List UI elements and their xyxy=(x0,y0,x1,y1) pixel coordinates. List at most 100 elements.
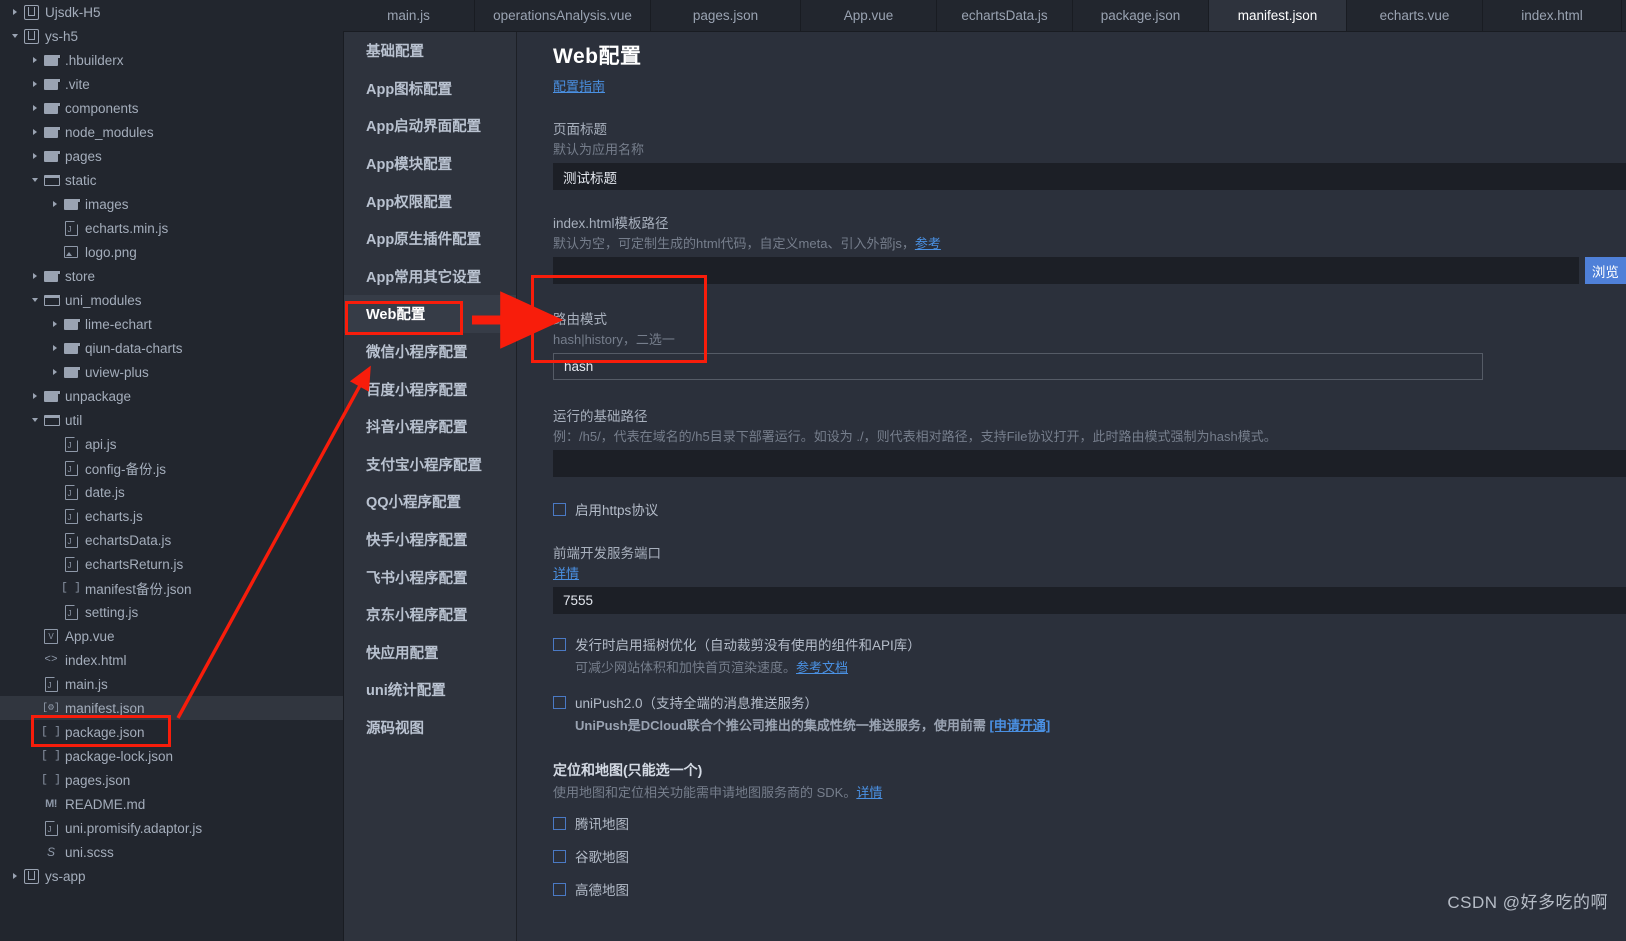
explorer-row[interactable]: <> index.html xyxy=(0,648,343,672)
twisty-toggle[interactable] xyxy=(28,298,42,302)
editor-tab[interactable]: echartsData.js xyxy=(937,0,1073,31)
twisty-toggle[interactable] xyxy=(28,57,42,63)
nav-item[interactable]: 百度小程序配置 xyxy=(344,370,516,408)
explorer-row[interactable]: V App.vue xyxy=(0,624,343,648)
https-checkbox[interactable] xyxy=(553,503,566,516)
editor-tab[interactable]: operationsAnalysis.vue xyxy=(475,0,651,31)
unipush-checkbox[interactable] xyxy=(553,696,566,709)
nav-item[interactable]: App启动界面配置 xyxy=(344,107,516,145)
nav-item[interactable]: 微信小程序配置 xyxy=(344,333,516,371)
base-path-input[interactable] xyxy=(553,450,1626,477)
editor-tab[interactable]: pages.json xyxy=(651,0,801,31)
twisty-toggle[interactable] xyxy=(48,345,62,351)
unipush-apply-link[interactable]: [申请开通] xyxy=(990,718,1051,733)
nav-item[interactable]: App权限配置 xyxy=(344,182,516,220)
explorer-row[interactable]: images xyxy=(0,192,343,216)
explorer-row[interactable]: node_modules xyxy=(0,120,343,144)
explorer-row[interactable]: store xyxy=(0,264,343,288)
nav-item[interactable]: QQ小程序配置 xyxy=(344,483,516,521)
nav-item[interactable]: 快应用配置 xyxy=(344,634,516,672)
explorer-row[interactable]: unpackage xyxy=(0,384,343,408)
twisty-toggle[interactable] xyxy=(28,273,42,279)
index-template-input[interactable] xyxy=(553,257,1579,284)
nav-item[interactable]: 基础配置 xyxy=(344,32,516,70)
explorer-row[interactable]: Suni.scss xyxy=(0,840,343,864)
nav-item[interactable]: 京东小程序配置 xyxy=(344,596,516,634)
dev-port-detail-link[interactable]: 详情 xyxy=(553,566,579,581)
editor-tab[interactable]: index.html xyxy=(1483,0,1622,31)
map-option-row[interactable]: 腾讯地图 xyxy=(553,815,1626,834)
nav-item[interactable]: 飞书小程序配置 xyxy=(344,558,516,596)
map-option-checkbox[interactable] xyxy=(553,883,566,896)
treeshaking-doc-link[interactable]: 参考文档 xyxy=(796,660,848,675)
twisty-toggle[interactable] xyxy=(28,153,42,159)
twisty-toggle[interactable] xyxy=(8,873,22,879)
nav-item[interactable]: 源码视图 xyxy=(344,709,516,747)
twisty-toggle[interactable] xyxy=(28,418,42,422)
nav-item[interactable]: 支付宝小程序配置 xyxy=(344,446,516,484)
index-template-ref-link[interactable]: 参考 xyxy=(915,236,941,251)
router-mode-input[interactable] xyxy=(553,353,1483,380)
explorer-row[interactable]: [ ] pages.json xyxy=(0,768,343,792)
explorer-row[interactable]: qiun-data-charts xyxy=(0,336,343,360)
editor-tab-bar[interactable]: main.js operationsAnalysis.vue pages.json A… xyxy=(343,0,1626,32)
explorer-row[interactable]: JechartsData.js xyxy=(0,528,343,552)
unipush-checkbox-row[interactable]: uniPush2.0（支持全端的消息推送服务） UniPush是DCloud联合… xyxy=(553,694,1626,734)
twisty-toggle[interactable] xyxy=(28,105,42,111)
explorer-row[interactable]: static xyxy=(0,168,343,192)
config-guide-link[interactable]: 配置指南 xyxy=(553,79,605,94)
editor-tab[interactable]: package.json xyxy=(1073,0,1209,31)
map-section-detail-link[interactable]: 详情 xyxy=(856,785,882,800)
explorer-row[interactable]: pages xyxy=(0,144,343,168)
explorer-row[interactable]: Jsetting.js xyxy=(0,600,343,624)
explorer-row[interactable]: lime-echart xyxy=(0,312,343,336)
editor-tab[interactable]: manifest.json xyxy=(1209,0,1347,31)
dev-port-input[interactable] xyxy=(553,587,1626,614)
project-explorer[interactable]: Ujsdk-H5 ys-h5 .hbuilderx .vite components no… xyxy=(0,0,344,941)
twisty-toggle[interactable] xyxy=(28,393,42,399)
explorer-row[interactable]: uni_modules xyxy=(0,288,343,312)
explorer-row[interactable]: Juni.promisify.adaptor.js xyxy=(0,816,343,840)
explorer-row[interactable]: [⚙] manifest.json xyxy=(0,696,343,720)
explorer-row[interactable]: M! README.md xyxy=(0,792,343,816)
treeshaking-checkbox[interactable] xyxy=(553,638,566,651)
explorer-row[interactable]: Jecharts.js xyxy=(0,504,343,528)
explorer-row[interactable]: util xyxy=(0,408,343,432)
twisty-toggle[interactable] xyxy=(48,369,62,375)
explorer-row[interactable]: ys-h5 xyxy=(0,24,343,48)
explorer-row[interactable]: .vite xyxy=(0,72,343,96)
explorer-row[interactable]: [ ] manifest备份.json xyxy=(0,576,343,600)
explorer-row[interactable]: Jecharts.min.js xyxy=(0,216,343,240)
nav-item[interactable]: 快手小程序配置 xyxy=(344,521,516,559)
map-option-checkbox[interactable] xyxy=(553,817,566,830)
twisty-toggle[interactable] xyxy=(28,81,42,87)
twisty-toggle[interactable] xyxy=(8,34,22,38)
twisty-toggle[interactable] xyxy=(28,129,42,135)
twisty-toggle[interactable] xyxy=(48,321,62,327)
explorer-row[interactable]: Ujsdk-H5 xyxy=(0,0,343,24)
nav-item[interactable]: App图标配置 xyxy=(344,70,516,108)
manifest-nav-list[interactable]: 基础配置 App图标配置 App启动界面配置 App模块配置 App权限配置 App原生插… xyxy=(344,0,517,941)
nav-item[interactable]: App模块配置 xyxy=(344,145,516,183)
nav-item[interactable]: App原生插件配置 xyxy=(344,220,516,258)
explorer-row[interactable]: .hbuilderx xyxy=(0,48,343,72)
editor-tab[interactable]: echarts.vue xyxy=(1347,0,1483,31)
explorer-row[interactable]: Jdate.js xyxy=(0,480,343,504)
explorer-row[interactable]: [ ] package-lock.json xyxy=(0,744,343,768)
explorer-row[interactable]: Jmain.js xyxy=(0,672,343,696)
twisty-toggle[interactable] xyxy=(8,9,22,15)
explorer-row[interactable]: logo.png xyxy=(0,240,343,264)
explorer-row[interactable]: components xyxy=(0,96,343,120)
explorer-row[interactable]: JechartsReturn.js xyxy=(0,552,343,576)
https-checkbox-row[interactable]: 启用https协议 xyxy=(553,501,1626,520)
page-title-input[interactable] xyxy=(553,163,1626,190)
explorer-row[interactable]: uview-plus xyxy=(0,360,343,384)
map-option-row[interactable]: 谷歌地图 xyxy=(553,848,1626,867)
editor-tab[interactable]: main.js xyxy=(343,0,475,31)
editor-tab[interactable]: App.vue xyxy=(801,0,937,31)
explorer-row[interactable]: Jconfig-备份.js xyxy=(0,456,343,480)
explorer-row[interactable]: [ ] package.json xyxy=(0,720,343,744)
twisty-toggle[interactable] xyxy=(48,201,62,207)
twisty-toggle[interactable] xyxy=(28,178,42,182)
explorer-row[interactable]: ys-app xyxy=(0,864,343,888)
